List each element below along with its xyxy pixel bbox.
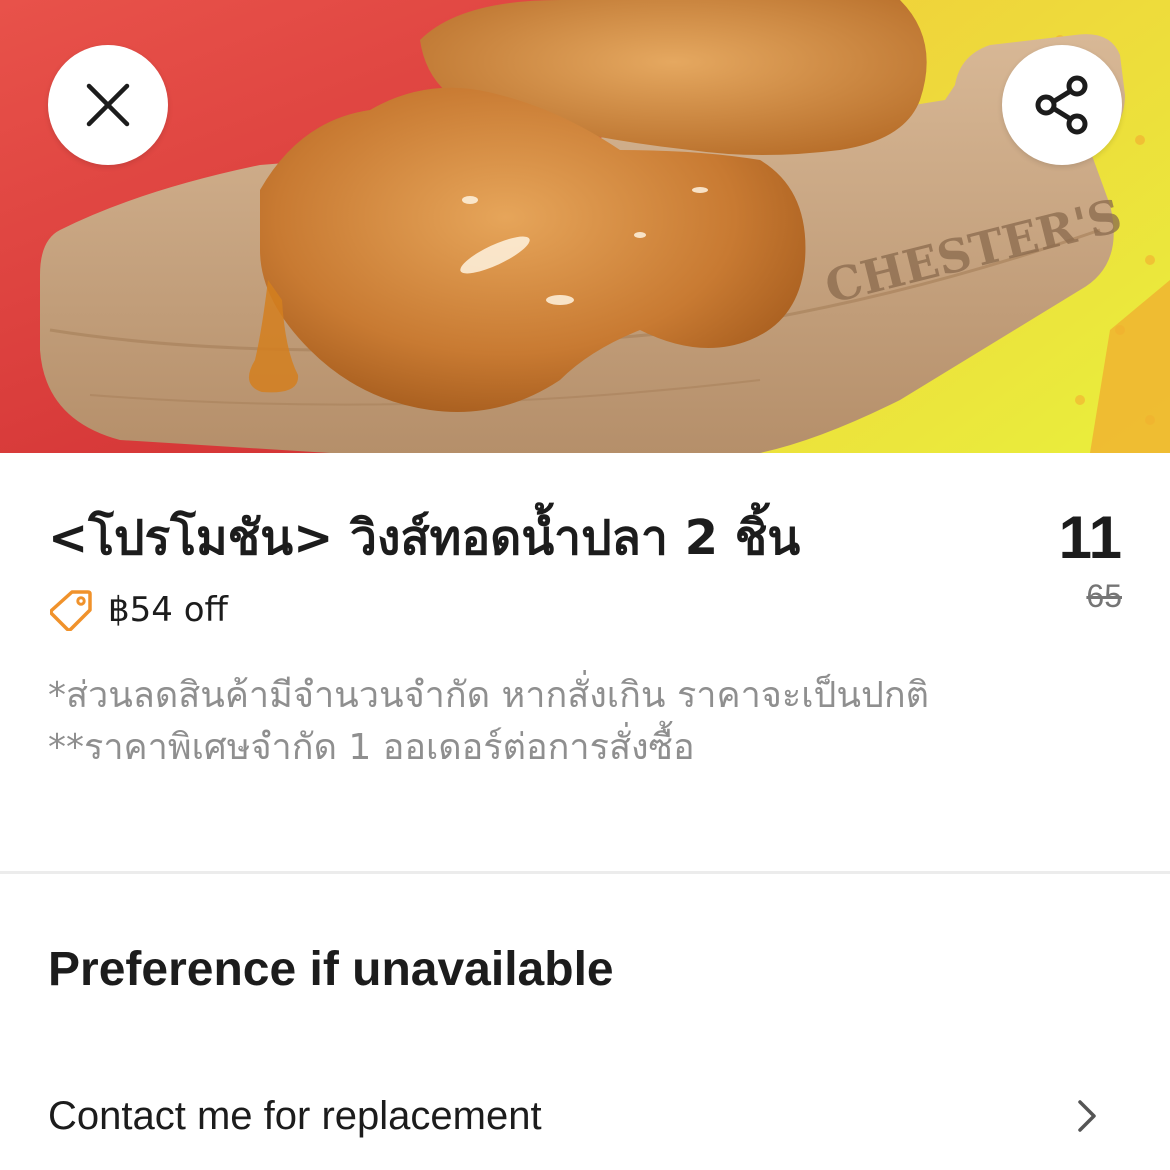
promo-note-1: *ส่วนลดสินค้ามีจำนวนจำกัด หากสั่งเกิน รา… [48,675,930,716]
original-price: 65 [1086,578,1122,614]
product-image: CHESTER'S [0,0,1170,453]
product-price: 11 [1058,504,1122,571]
tag-icon [50,589,92,631]
contact-replacement-option[interactable]: Contact me for replacement [0,1080,1170,1152]
product-title: <โปรโมชัน> วิงส์ทอดน้ำปลา 2 ชิ้น [48,510,801,566]
preference-section-title: Preference if unavailable [48,943,614,996]
section-divider [0,871,1170,874]
product-detail-page: CHESTER'S <โปรโมชัน> วิงส์ทอดน้ำปลา 2 ชิ… [0,0,1170,1170]
share-button[interactable] [1002,45,1122,165]
discount-label: ฿54 off [108,590,228,630]
promo-note-2: **ราคาพิเศษจำกัด 1 ออเดอร์ต่อการสั่งซื้อ [48,727,695,768]
discount-badge: ฿54 off [50,585,228,635]
close-button[interactable] [48,45,168,165]
option-label: Contact me for replacement [48,1094,542,1138]
close-icon [86,83,130,127]
chevron-right-icon [1070,1098,1104,1134]
share-icon [1035,75,1088,135]
